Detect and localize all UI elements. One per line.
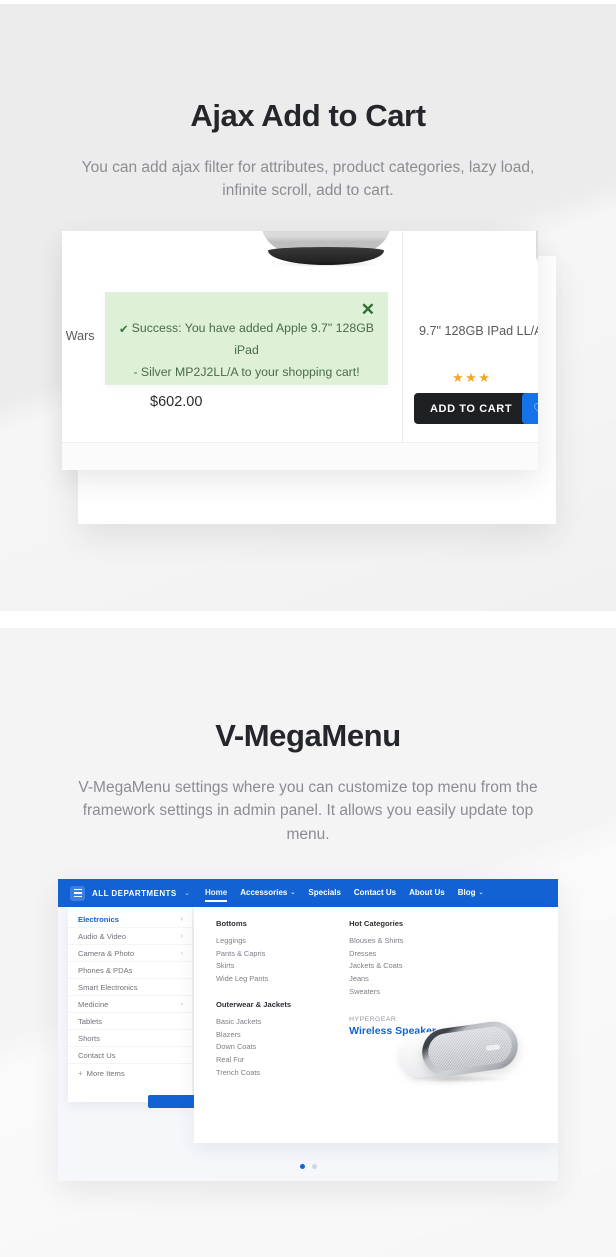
wishlist-button[interactable]: ♡	[522, 393, 538, 424]
megamenu-topbar: ALL DEPARTMENTS ⌄ Home Accessories ⌄ Spe…	[58, 879, 558, 907]
dropdown-column-1: Bottoms Leggings Pants & Capris Skirts W…	[216, 919, 291, 1080]
menu-link-real-fur[interactable]: Real Fur	[216, 1054, 291, 1067]
mockup-bottom-bar	[62, 442, 538, 470]
carousel-dot-2[interactable]	[311, 1164, 317, 1169]
sidebar-more-items-label: More Items	[86, 1068, 125, 1078]
megamenu-mockup: ALL DEPARTMENTS ⌄ Home Accessories ⌄ Spe…	[58, 879, 558, 1181]
nav-item-label: About Us	[409, 887, 445, 897]
chevron-right-icon: ›	[180, 915, 183, 923]
sidebar-item-shorts[interactable]: Shorts	[68, 1030, 192, 1047]
menu-link-leggings[interactable]: Leggings	[216, 935, 291, 948]
nav-item-home[interactable]: Home	[205, 887, 228, 902]
sidebar-item-audio-video[interactable]: Audio & Video ›	[68, 928, 192, 945]
menu-link-wide-leg-pants[interactable]: Wide Leg Pants	[216, 973, 291, 986]
menu-link-dresses[interactable]: Dresses	[349, 948, 436, 961]
menu-link-sweaters[interactable]: Sweaters	[349, 986, 436, 999]
menu-link-jeans[interactable]: Jeans	[349, 973, 436, 986]
menu-link-trench-coats[interactable]: Trench Coats	[216, 1067, 291, 1080]
alert-message-line1: Success: You have added Apple 9.7" 128GB…	[131, 321, 374, 358]
landing-page: Ajax Add to Cart You can add ajax filter…	[0, 0, 616, 1257]
page-title-megamenu: V-MegaMenu	[215, 718, 401, 753]
sidebar-item-camera-photo[interactable]: Camera & Photo ›	[68, 945, 192, 962]
chevron-right-icon: ›	[180, 1000, 183, 1008]
chevron-down-icon: ⌄	[290, 889, 296, 896]
menu-link-pants-capris[interactable]: Pants & Capris	[216, 948, 291, 961]
sidebar-item-label: Smart Electronics	[78, 982, 138, 992]
product-divider	[402, 231, 403, 442]
nav-item-label: Blog	[457, 887, 476, 897]
sidebar-item-label: Shorts	[78, 1033, 100, 1043]
column-heading-bottoms: Bottoms	[216, 919, 247, 928]
alert-message-line2: - Silver MP2J2LL/A to your shopping cart…	[133, 364, 360, 379]
sidebar-item-label: Camera & Photo	[78, 948, 135, 958]
sidebar-item-contact-us[interactable]: Contact Us	[68, 1047, 192, 1064]
plus-icon: +	[78, 1068, 83, 1078]
megamenu-sidebar: Electronics › Audio & Video › Camera & P…	[68, 907, 192, 1102]
column-heading-outerwear-jackets: Outerwear & Jackets	[216, 999, 292, 1009]
nav-item-label: Accessories	[240, 887, 288, 897]
success-alert: ✕ ✔ Success: You have added Apple 9.7" 12…	[105, 292, 388, 385]
section-description-megamenu: V-MegaMenu settings where you can custom…	[78, 779, 538, 843]
megamenu-body: Electronics › Audio & Video › Camera & P…	[58, 907, 558, 1181]
sidebar-item-label: Tablets	[78, 1016, 103, 1026]
menu-link-blazers[interactable]: Blazers	[216, 1029, 291, 1042]
sidebar-item-label: Electronics	[78, 914, 119, 924]
carousel-dot-1[interactable]	[299, 1164, 305, 1169]
menu-link-skirts[interactable]: Skirts	[216, 960, 291, 973]
sidebar-item-label: Phones & PDAs	[78, 965, 133, 975]
menu-link-basic-jackets[interactable]: Basic Jackets	[216, 1016, 291, 1029]
section-ajax-add-to-cart: Ajax Add to Cart You can add ajax filter…	[0, 4, 616, 611]
chevron-right-icon: ›	[180, 932, 183, 940]
product-image-ipad	[536, 231, 538, 263]
sidebar-item-label: Contact Us	[78, 1050, 116, 1060]
nav-item-label: Specials	[308, 887, 341, 897]
all-departments-label: ALL DEPARTMENTS	[92, 888, 177, 898]
sidebar-item-medicine[interactable]: Medicine ›	[68, 996, 192, 1013]
menu-link-blouses-shirts[interactable]: Blouses & Shirts	[349, 935, 436, 948]
all-departments-button[interactable]: ALL DEPARTMENTS ⌄	[58, 885, 200, 901]
nav-item-about-us[interactable]: About Us	[409, 888, 445, 899]
nav-item-accessories[interactable]: Accessories ⌄	[240, 888, 295, 899]
carousel-dots	[58, 1164, 558, 1169]
sidebar-item-smart-electronics[interactable]: Smart Electronics	[68, 979, 192, 996]
list-menu-icon	[70, 885, 85, 901]
product-left-price: $602.00	[150, 394, 203, 410]
product-left-name[interactable]: r Wars	[62, 329, 95, 343]
sidebar-item-phones-pdas[interactable]: Phones & PDAs	[68, 962, 192, 979]
menu-link-down-coats[interactable]: Down Coats	[216, 1041, 291, 1054]
nav-item-specials[interactable]: Specials	[308, 888, 340, 899]
promo-speaker-image	[395, 1018, 523, 1085]
megamenu-dropdown-panel: Bottoms Leggings Pants & Capris Skirts W…	[194, 907, 558, 1143]
sidebar-item-electronics[interactable]: Electronics ›	[68, 911, 192, 928]
heart-icon: ♡	[533, 401, 538, 417]
sidebar-more-items-button[interactable]: + More Items	[68, 1064, 192, 1082]
sidebar-item-tablets[interactable]: Tablets	[68, 1013, 192, 1030]
ajax-demo-mockup: r Wars $602.00 9.7" 128GB IPad LL/A ★★★ …	[0, 4, 616, 524]
column-heading-hot-categories: Hot Categories	[349, 919, 404, 928]
product-right-name[interactable]: 9.7" 128GB IPad LL/A	[419, 322, 538, 342]
check-circle-icon: ✔	[119, 324, 129, 336]
close-icon[interactable]: ✕	[361, 301, 375, 318]
sidebar-item-label: Audio & Video	[78, 931, 126, 941]
alert-message: ✔ Success: You have added Apple 9.7" 128G…	[105, 318, 388, 383]
nav-item-contact-us[interactable]: Contact Us	[354, 888, 396, 899]
section-v-megamenu: V-MegaMenu V-MegaMenu settings where you…	[0, 628, 616, 1257]
promo-brand-label: HYPERGEAR	[349, 1015, 397, 1023]
sidebar-item-label: Medicine	[78, 999, 109, 1009]
nav-item-blog[interactable]: Blog ⌄	[458, 888, 484, 899]
megamenu-nav: Home Accessories ⌄ Specials Contact Us A…	[200, 887, 484, 902]
add-to-cart-button[interactable]: ADD TO CART	[414, 393, 529, 424]
chevron-right-icon: ›	[180, 949, 183, 957]
menu-link-jackets-coats[interactable]: Jackets & Coats	[349, 960, 436, 973]
chevron-down-icon: ⌄	[478, 889, 484, 896]
chevron-down-icon: ⌄	[184, 890, 190, 897]
nav-item-label: Home	[205, 887, 228, 897]
nav-item-label: Contact Us	[353, 887, 397, 897]
product-rating-stars: ★★★	[452, 370, 492, 385]
